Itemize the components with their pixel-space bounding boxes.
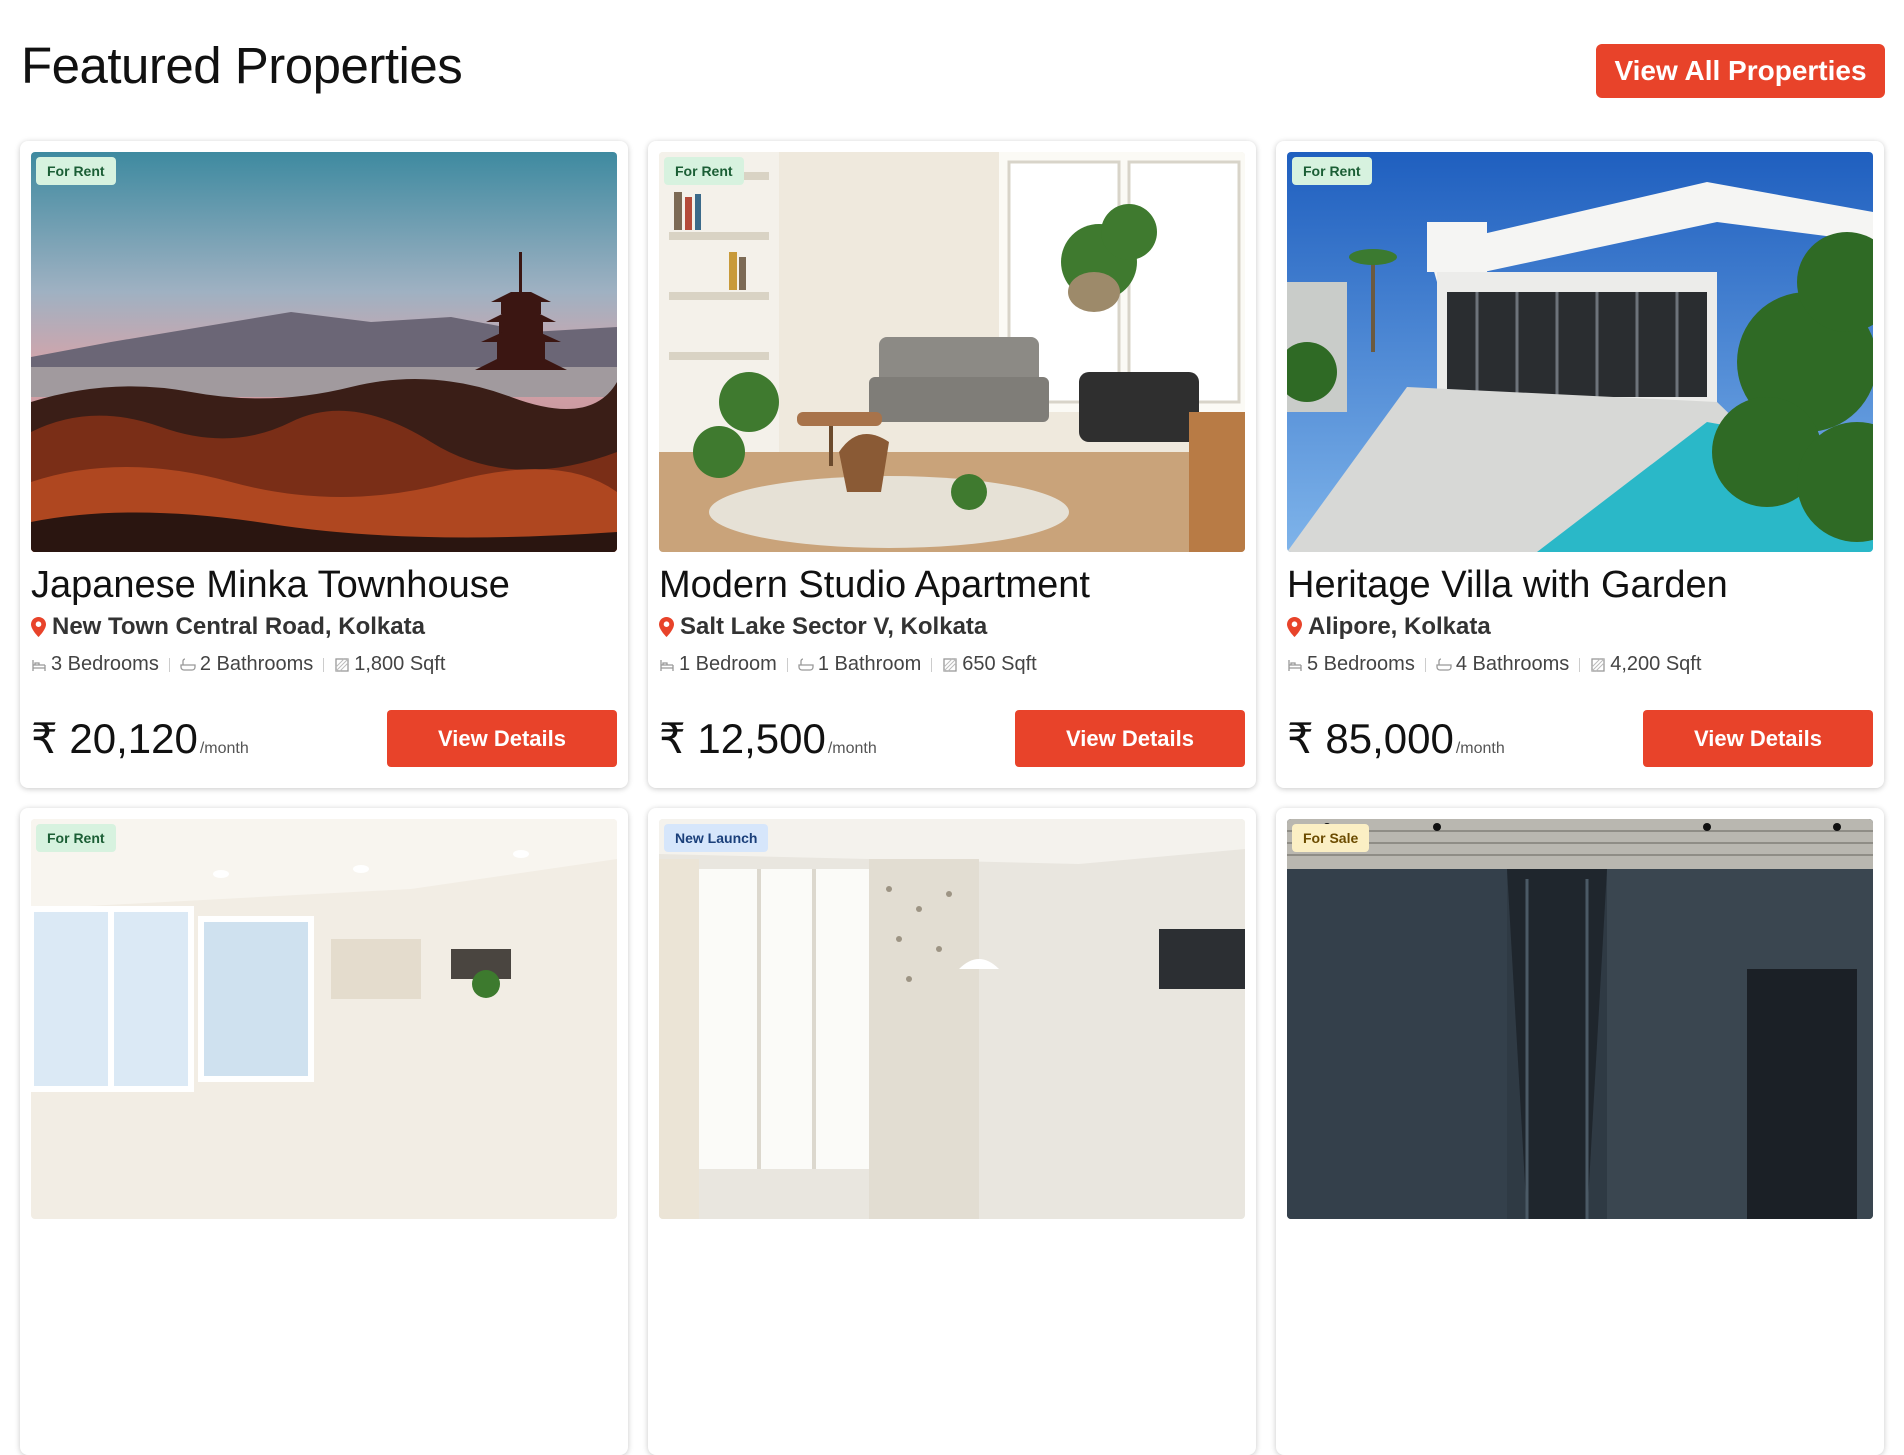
feature-divider (786, 657, 788, 672)
property-image[interactable]: For Rent (31, 819, 617, 1219)
bathrooms-feature: 4 Bathrooms (1436, 653, 1569, 676)
bathrooms-feature: 2 Bathrooms (180, 653, 313, 676)
listing-type-badge: New Launch (664, 824, 769, 852)
bathrooms-text: 4 Bathrooms (1455, 653, 1570, 675)
area-feature: 1,800 Sqft (334, 653, 445, 676)
view-details-button[interactable]: View Details (387, 710, 617, 767)
price-value: ₹ 12,500 (659, 715, 826, 762)
location-text: Alipore, Kolkata (1308, 613, 1491, 640)
featured-properties-page: Featured Properties View All Properties (0, 0, 1904, 1455)
feature-divider (931, 657, 933, 672)
price: ₹ 12,500 /month (659, 714, 877, 763)
property-card[interactable]: For Rent Heritage Villa with Garden Alip… (1276, 141, 1884, 788)
location-text: Salt Lake Sector V, Kolkata (680, 613, 988, 640)
bed-icon (660, 659, 674, 671)
view-details-button[interactable]: View Details (1015, 710, 1245, 767)
listing-type-badge: For Rent (36, 157, 116, 185)
property-image[interactable]: For Rent (659, 152, 1245, 552)
bed-icon (1288, 659, 1302, 671)
price-value: ₹ 85,000 (1287, 715, 1454, 762)
property-card[interactable]: For Sale (1276, 808, 1884, 1455)
area-text: 4,200 Sqft (1610, 653, 1702, 675)
property-photo (659, 819, 1245, 1219)
property-image[interactable]: For Rent (31, 152, 617, 552)
area-text: 650 Sqft (962, 653, 1037, 675)
area-icon (943, 657, 957, 672)
map-pin-icon (1287, 617, 1302, 637)
property-card[interactable]: For Rent (20, 808, 628, 1455)
area-feature: 4,200 Sqft (1590, 653, 1701, 676)
area-feature: 650 Sqft (942, 653, 1037, 676)
property-card[interactable]: New Launch (648, 808, 1256, 1455)
bedrooms-text: 1 Bedroom (679, 653, 777, 675)
price: ₹ 85,000 /month (1287, 714, 1505, 763)
property-grid: For Rent Japanese Minka Townhouse New To… (20, 141, 1884, 1455)
bedrooms-text: 5 Bedrooms (1307, 653, 1415, 675)
price-unit: /month (1455, 740, 1505, 757)
map-pin-icon (31, 617, 46, 637)
property-title[interactable]: Japanese Minka Townhouse (31, 564, 617, 607)
bathtub-icon (180, 657, 196, 671)
property-image[interactable]: For Sale (1287, 819, 1873, 1219)
card-footer: ₹ 20,120 /month View Details (31, 710, 617, 767)
bedrooms-feature: 1 Bedroom (659, 653, 777, 676)
listing-type-badge: For Rent (664, 157, 744, 185)
bed-icon (32, 659, 46, 671)
bathrooms-feature: 1 Bathroom (798, 653, 921, 676)
map-pin-icon (659, 617, 674, 637)
bedrooms-feature: 3 Bedrooms (31, 653, 159, 676)
area-icon (1591, 657, 1605, 672)
view-all-properties-button[interactable]: View All Properties (1596, 44, 1885, 98)
card-footer: ₹ 12,500 /month View Details (659, 710, 1245, 767)
listing-type-badge: For Sale (1292, 824, 1370, 852)
property-title[interactable]: Modern Studio Apartment (659, 564, 1245, 607)
area-text: 1,800 Sqft (354, 653, 446, 675)
feature-divider (1424, 657, 1426, 672)
bathrooms-text: 1 Bathroom (817, 653, 922, 675)
section-title: Featured Properties (21, 37, 463, 94)
property-features: 1 Bedroom 1 Bathroom 650 Sqft (659, 653, 1245, 676)
property-location: Alipore, Kolkata (1287, 613, 1873, 641)
area-icon (335, 657, 349, 672)
property-image[interactable]: For Rent (1287, 152, 1873, 552)
price-unit: /month (199, 740, 249, 757)
card-footer: ₹ 85,000 /month View Details (1287, 710, 1873, 767)
location-text: New Town Central Road, Kolkata (52, 613, 425, 640)
property-location: New Town Central Road, Kolkata (31, 613, 617, 641)
property-photo (31, 819, 617, 1219)
feature-divider (1579, 657, 1581, 672)
property-photo (31, 152, 617, 552)
bathtub-icon (798, 657, 814, 671)
property-features: 3 Bedrooms 2 Bathrooms 1,800 Sqft (31, 653, 617, 676)
bedrooms-feature: 5 Bedrooms (1287, 653, 1415, 676)
price-value: ₹ 20,120 (31, 715, 198, 762)
property-location: Salt Lake Sector V, Kolkata (659, 613, 1245, 641)
feature-divider (168, 657, 170, 672)
property-photo (659, 152, 1245, 552)
property-image[interactable]: New Launch (659, 819, 1245, 1219)
property-card[interactable]: For Rent Japanese Minka Townhouse New To… (20, 141, 628, 788)
property-features: 5 Bedrooms 4 Bathrooms 4,200 Sqft (1287, 653, 1873, 676)
view-details-button[interactable]: View Details (1643, 710, 1873, 767)
price: ₹ 20,120 /month (31, 714, 249, 763)
bedrooms-text: 3 Bedrooms (51, 653, 159, 675)
listing-type-badge: For Rent (1292, 157, 1372, 185)
property-title[interactable]: Heritage Villa with Garden (1287, 564, 1873, 607)
bathtub-icon (1436, 657, 1452, 671)
property-photo (1287, 152, 1873, 552)
price-unit: /month (827, 740, 877, 757)
property-card[interactable]: For Rent Modern Studio Apartment Salt La… (648, 141, 1256, 788)
property-photo (1287, 819, 1873, 1219)
feature-divider (323, 657, 325, 672)
listing-type-badge: For Rent (36, 824, 116, 852)
bathrooms-text: 2 Bathrooms (199, 653, 314, 675)
